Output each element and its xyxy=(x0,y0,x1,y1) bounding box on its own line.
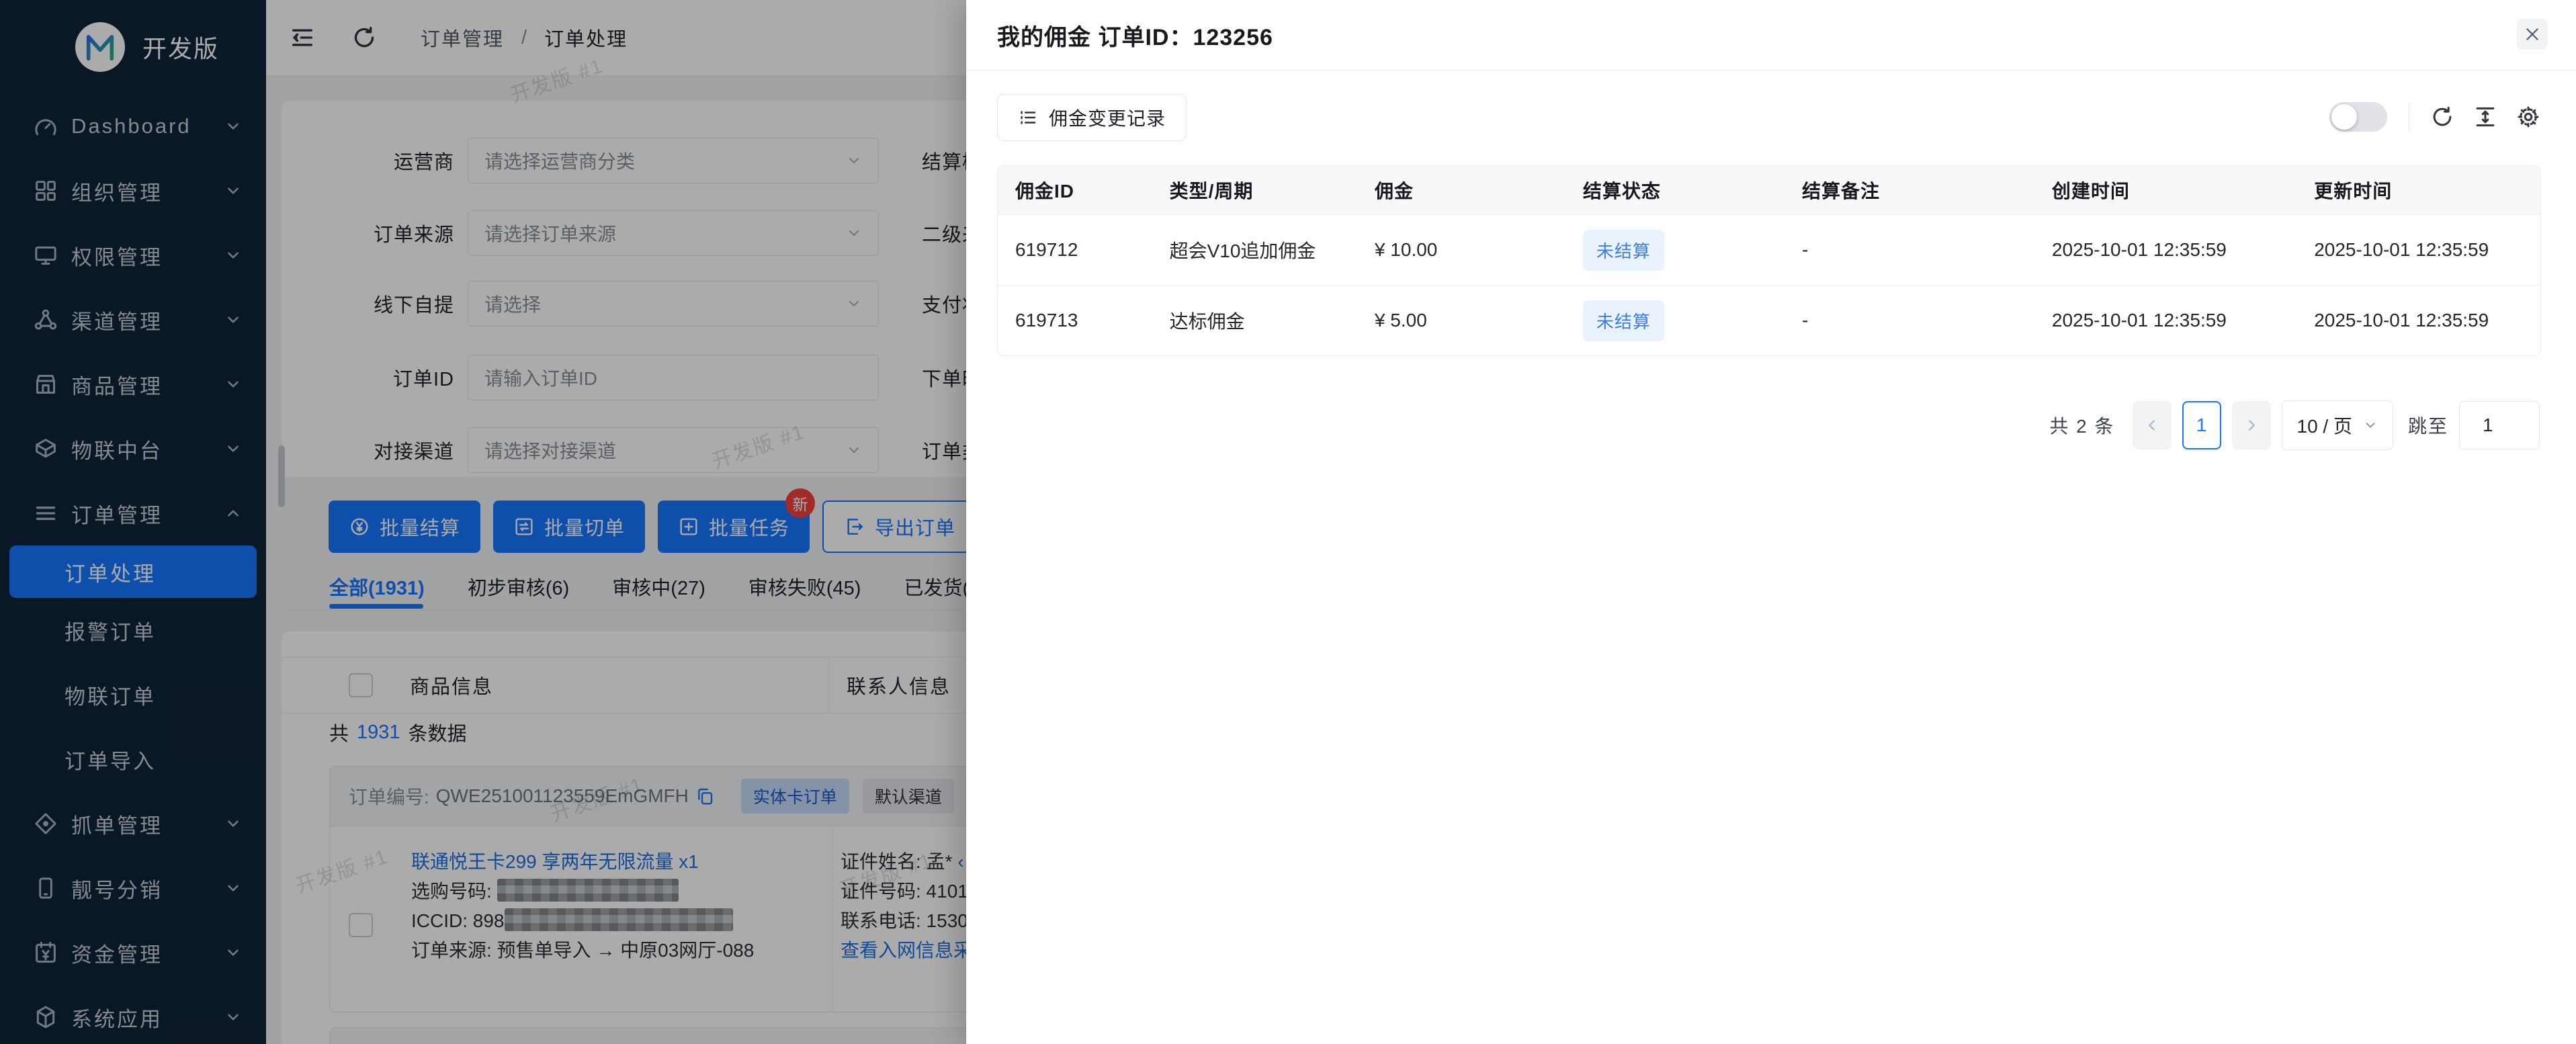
chevron-right-icon xyxy=(2244,418,2259,433)
toggle-knob xyxy=(2331,104,2357,130)
status-badge: 未结算 xyxy=(1583,230,1664,271)
refresh-icon[interactable] xyxy=(2430,104,2455,130)
current-page[interactable]: 1 xyxy=(2182,401,2221,449)
commission-table: 佣金ID 类型/周期 佣金 结算状态 结算备注 创建时间 更新时间 619712… xyxy=(997,165,2541,356)
close-icon xyxy=(2524,26,2541,43)
pagination: 共 2 条 1 10 / 页 跳至 xyxy=(2049,400,2540,450)
chevron-left-icon xyxy=(2145,418,2159,433)
table-row[interactable]: 619712 超会V10追加佣金 ¥ 10.00 未结算 - 2025-10-0… xyxy=(998,215,2540,286)
page-size-select[interactable]: 10 / 页 xyxy=(2282,400,2393,450)
updated-time: 2025-10-01 12:35:59 xyxy=(2296,215,2540,286)
drawer-title: 我的佣金 订单ID：123256 xyxy=(997,19,1273,52)
close-button[interactable] xyxy=(2517,19,2548,50)
stripe-toggle[interactable] xyxy=(2329,102,2387,132)
table-row[interactable]: 619713 达标佣金 ¥ 5.00 未结算 - 2025-10-01 12:3… xyxy=(998,286,2540,356)
prev-page-button[interactable] xyxy=(2133,401,2172,449)
total-label: 共 2 条 xyxy=(2049,412,2114,439)
table-header-row: 佣金ID 类型/周期 佣金 结算状态 结算备注 创建时间 更新时间 xyxy=(998,166,2540,215)
app-root: 开发版 Dashboard 组织管理 权限管理 渠道管理 xyxy=(0,0,2576,1044)
created-time: 2025-10-01 12:35:59 xyxy=(2034,215,2296,286)
commission-id: 619712 xyxy=(998,215,1152,286)
status-badge: 未结算 xyxy=(1583,300,1664,341)
commission-type: 超会V10追加佣金 xyxy=(1152,215,1357,286)
settle-remark: - xyxy=(1785,215,2034,286)
gear-icon[interactable] xyxy=(2516,104,2541,130)
updated-time: 2025-10-01 12:35:59 xyxy=(2296,286,2540,356)
settle-remark: - xyxy=(1785,286,2034,356)
commission-type: 达标佣金 xyxy=(1152,286,1357,356)
commission-amount: ¥ 10.00 xyxy=(1357,215,1565,286)
jump-label: 跳至 xyxy=(2408,412,2448,439)
commission-id: 619713 xyxy=(998,286,1152,356)
table-toolbar xyxy=(2329,94,2541,140)
commission-amount: ¥ 5.00 xyxy=(1357,286,1565,356)
created-time: 2025-10-01 12:35:59 xyxy=(2034,286,2296,356)
commission-change-log-button[interactable]: 佣金变更记录 xyxy=(997,94,1187,141)
list-icon xyxy=(1018,107,1038,128)
drawer-header: 我的佣金 订单ID：123256 xyxy=(966,0,2576,71)
jump-page-input[interactable] xyxy=(2459,401,2540,449)
next-page-button[interactable] xyxy=(2232,401,2271,449)
row-height-icon[interactable] xyxy=(2473,104,2498,130)
chevron-down-icon xyxy=(2363,418,2378,433)
commission-drawer: 我的佣金 订单ID：123256 佣金变更记录 xyxy=(966,0,2576,1044)
